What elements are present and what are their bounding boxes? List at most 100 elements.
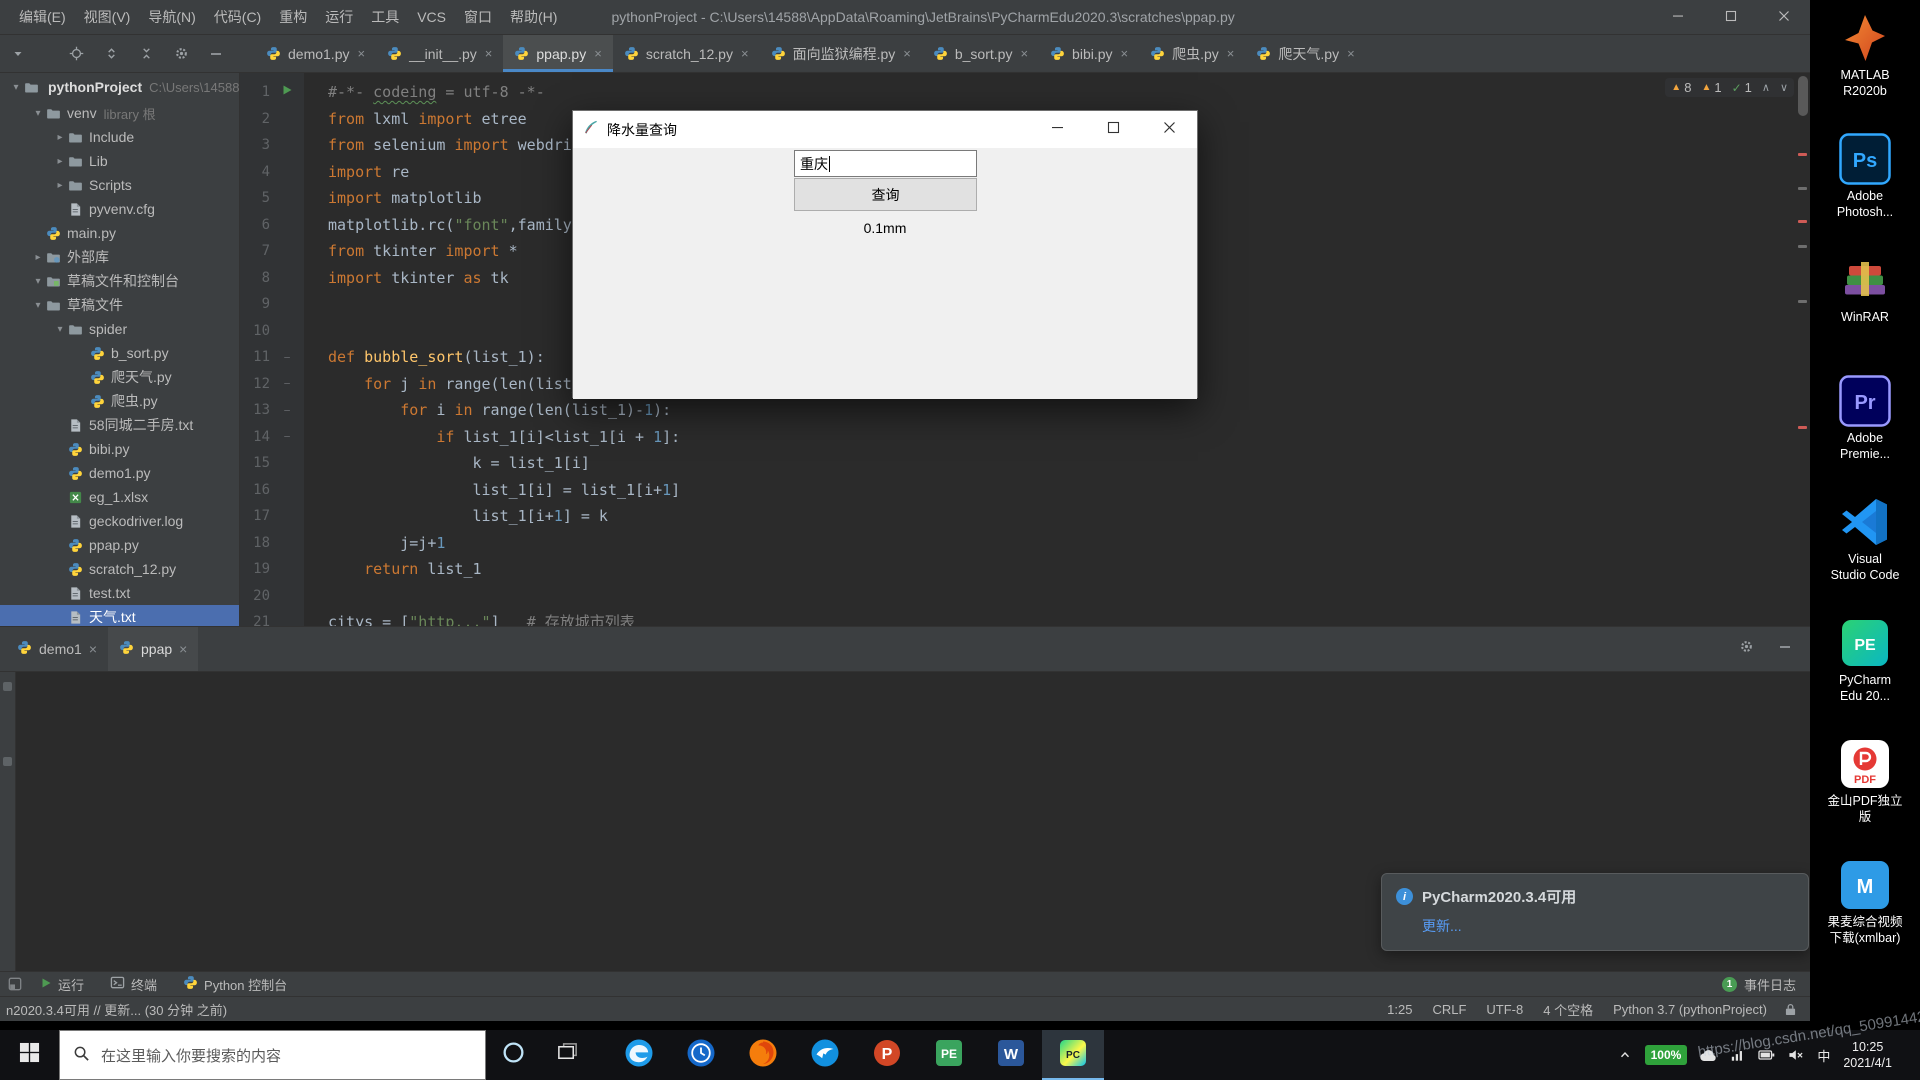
menu-item[interactable]: 工具 — [362, 0, 408, 34]
taskbar-clock[interactable]: 10:25 2021/4/1 — [1843, 1039, 1892, 1072]
stripe-mark[interactable] — [1798, 153, 1807, 156]
menu-item[interactable]: 导航(N) — [139, 0, 204, 34]
stripe-mark[interactable] — [1798, 245, 1807, 248]
status-widget[interactable]: 4 个空格 — [1543, 1000, 1593, 1019]
menu-item[interactable]: VCS — [408, 0, 455, 34]
project-root[interactable]: ▾pythonProjectC:\Users\14588\Py — [0, 73, 239, 101]
tab-close-icon[interactable]: × — [485, 46, 493, 61]
editor-tab[interactable]: scratch_12.py × — [613, 35, 760, 72]
editor-tab[interactable]: __init__.py × — [376, 35, 503, 72]
tool-window-run[interactable]: 运行 — [40, 975, 84, 994]
menu-item[interactable]: 重构 — [270, 0, 316, 34]
hide-panel-icon[interactable] — [209, 47, 223, 61]
update-notification[interactable]: i PyCharm2020.3.4可用 更新... — [1381, 873, 1809, 951]
chevron-down-icon[interactable]: ▾ — [52, 324, 68, 335]
fold-icon[interactable]: − — [284, 377, 291, 390]
tab-close-icon[interactable]: × — [179, 641, 187, 657]
hide-run-panel-icon[interactable] — [1778, 640, 1792, 659]
menu-item[interactable]: 编辑(E) — [10, 0, 75, 34]
ime-indicator[interactable]: 中 — [1817, 1046, 1830, 1065]
inspection-warning[interactable]: ▲ 8 — [1671, 80, 1691, 95]
tree-item[interactable]: 天气.txt — [0, 605, 239, 626]
tree-item[interactable]: ▸ Lib — [0, 149, 239, 173]
tab-close-icon[interactable]: × — [1347, 46, 1355, 61]
panel-settings-icon[interactable] — [174, 46, 189, 61]
query-button[interactable]: 查询 — [794, 178, 977, 211]
locate-file-icon[interactable] — [69, 46, 84, 61]
maximize-button[interactable] — [1704, 0, 1757, 34]
stripe-mark[interactable] — [1798, 426, 1807, 429]
tree-item[interactable]: ppap.py — [0, 533, 239, 557]
taskbar-search[interactable]: 在这里输入你要搜索的内容 — [59, 1030, 486, 1080]
minimize-button[interactable] — [1651, 0, 1704, 34]
run-tab[interactable]: ppap × — [108, 627, 199, 671]
status-widget[interactable]: Python 3.7 (pythonProject) — [1613, 1002, 1767, 1017]
tree-item[interactable]: main.py — [0, 221, 239, 245]
status-widget[interactable]: UTF-8 — [1486, 1002, 1523, 1017]
inspection-warning[interactable]: ▲ 1 — [1701, 80, 1721, 95]
prev-issue-icon[interactable]: ∧ — [1762, 81, 1770, 94]
tree-item[interactable]: ▾ venv library 根 — [0, 101, 239, 125]
scrollbar-thumb[interactable] — [1798, 76, 1808, 116]
pe-taskbar-button[interactable]: PE — [918, 1030, 980, 1080]
tree-item[interactable]: b_sort.py — [0, 341, 239, 365]
tab-close-icon[interactable]: × — [1227, 46, 1235, 61]
tree-item[interactable]: ▾ 草稿文件 — [0, 293, 239, 317]
dialog-close-button[interactable] — [1141, 111, 1197, 148]
vscode-desktop-icon[interactable]: Visual Studio Code — [1810, 488, 1920, 609]
menu-item[interactable]: 窗口 — [455, 0, 501, 34]
tree-item[interactable]: eg_1.xlsx — [0, 485, 239, 509]
menu-item[interactable]: 帮助(H) — [501, 0, 566, 34]
menu-item[interactable]: 视图(V) — [75, 0, 140, 34]
volume-muted-icon[interactable] — [1788, 1048, 1804, 1062]
menu-item[interactable]: 代码(C) — [205, 0, 270, 34]
tree-item[interactable]: geckodriver.log — [0, 509, 239, 533]
tree-item[interactable]: ▾ spider — [0, 317, 239, 341]
photoshop-desktop-icon[interactable]: Ps Adobe Photosh... — [1810, 125, 1920, 246]
fold-icon[interactable]: − — [284, 430, 291, 443]
editor-tab[interactable]: 爬天气.py × — [1245, 35, 1365, 72]
fold-icon[interactable]: − — [284, 404, 291, 417]
rerun-icon[interactable] — [3, 682, 12, 691]
chevron-down-icon[interactable]: ▾ — [30, 300, 46, 311]
tab-close-icon[interactable]: × — [903, 46, 911, 61]
event-log-button[interactable]: 1 事件日志 — [1721, 975, 1796, 994]
tree-item[interactable]: ▸ 外部库 — [0, 245, 239, 269]
status-widget[interactable]: CRLF — [1432, 1002, 1466, 1017]
word-taskbar-button[interactable]: W — [980, 1030, 1042, 1080]
task-view-button[interactable] — [540, 1030, 594, 1080]
tab-close-icon[interactable]: × — [89, 641, 97, 657]
stripe-mark[interactable] — [1798, 187, 1807, 190]
tool-window-terminal[interactable]: 终端 — [110, 975, 157, 994]
inspections-widget[interactable]: ▲ 8 ▲ 1 ✓ 1 ∧ ∨ — [1665, 78, 1794, 97]
chevron-down-icon[interactable]: ▾ — [30, 276, 46, 287]
update-link[interactable]: 更新... — [1422, 916, 1462, 936]
chevron-right-icon[interactable]: ▸ — [52, 156, 68, 167]
tree-item[interactable]: 58同城二手房.txt — [0, 413, 239, 437]
chevron-right-icon[interactable]: ▸ — [30, 252, 46, 263]
error-stripe[interactable] — [1794, 73, 1810, 626]
editor-tab[interactable]: demo1.py × — [255, 35, 376, 72]
tree-item[interactable]: ▾ 草稿文件和控制台 — [0, 269, 239, 293]
project-view-chevron-icon[interactable] — [13, 49, 23, 59]
menu-item[interactable]: 运行 — [316, 0, 362, 34]
tab-close-icon[interactable]: × — [357, 46, 365, 61]
battery-percent-badge[interactable]: 100% — [1644, 1045, 1688, 1065]
next-issue-icon[interactable]: ∨ — [1780, 81, 1788, 94]
tree-item[interactable]: test.txt — [0, 581, 239, 605]
edge-taskbar-button[interactable] — [608, 1030, 670, 1080]
run-tab[interactable]: demo1 × — [6, 627, 108, 671]
tree-item[interactable]: 爬天气.py — [0, 365, 239, 389]
tab-close-icon[interactable]: × — [594, 46, 602, 61]
inspection-check[interactable]: ✓ 1 — [1732, 80, 1752, 95]
chevron-right-icon[interactable]: ▸ — [52, 132, 68, 143]
run-line-icon[interactable] — [281, 84, 293, 100]
fold-icon[interactable]: − — [284, 351, 291, 364]
close-button[interactable] — [1757, 0, 1810, 34]
tree-item[interactable]: pyvenv.cfg — [0, 197, 239, 221]
chevron-right-icon[interactable]: ▸ — [52, 180, 68, 191]
tree-item[interactable]: demo1.py — [0, 461, 239, 485]
chevron-down-icon[interactable]: ▾ — [8, 82, 24, 93]
stripe-mark[interactable] — [1798, 220, 1807, 223]
stripe-mark[interactable] — [1798, 300, 1807, 303]
